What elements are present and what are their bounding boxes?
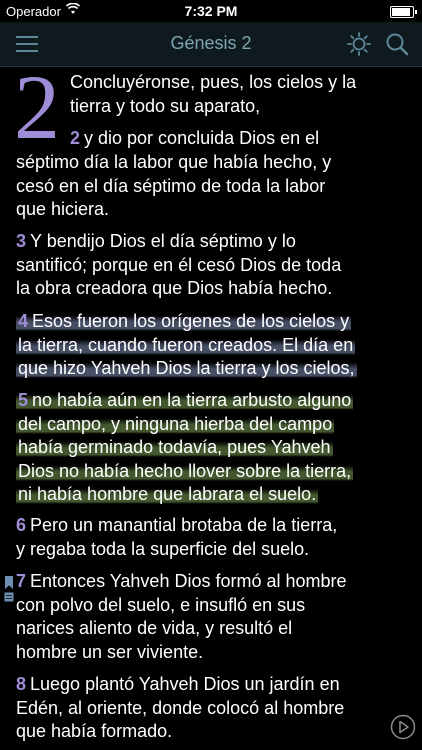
note-icon[interactable] bbox=[4, 592, 14, 602]
verse-line: Entonces Yahveh Dios formó al hombre bbox=[30, 571, 347, 591]
verse-line: ni había hombre que labrara el suelo. bbox=[18, 484, 317, 505]
verse-line: cesó en el día séptimo de toda la labor bbox=[16, 175, 326, 196]
verse-line: séptimo día la labor que había hecho, y bbox=[16, 152, 332, 172]
verse-line: Pero un manantial brotaba de la tierra, bbox=[30, 515, 338, 535]
verse-1[interactable]: Concluyéronse, pues, los cielos y la tie… bbox=[70, 71, 410, 118]
verse-7[interactable]: 7 Entonces Yahveh Dios formó al hombre co… bbox=[16, 570, 408, 664]
verse-line: que hiciera. bbox=[16, 199, 110, 220]
verse-number: 7 bbox=[16, 571, 27, 591]
verse-line: y regaba toda la superficie del suelo. bbox=[16, 538, 310, 559]
highlight-blue: la tierra, cuando fueron creados. El día… bbox=[16, 334, 356, 355]
verse-line: la obra creadora que Dios había hecho. bbox=[16, 278, 333, 299]
highlight-blue: 4 Esos fueron los orígenes de los cielos … bbox=[16, 311, 352, 331]
play-audio-icon[interactable] bbox=[390, 714, 416, 740]
highlight-green: del campo, y ninguna hierba del campo bbox=[16, 413, 335, 434]
verse-line: Edén, al oriente, donde colocó al hombre bbox=[16, 697, 345, 718]
verse-4-highlighted[interactable]: 4 Esos fueron los orígenes de los cielos … bbox=[16, 310, 408, 381]
verse-line: Esos fueron los orígenes de los cielos y bbox=[32, 311, 350, 331]
verse-line: Dios no había hecho llover sobre la tier… bbox=[18, 460, 352, 481]
verse-line: santificó; porque en él cesó Dios de tod… bbox=[16, 254, 342, 275]
status-bar: Operador 7:32 PM bbox=[0, 0, 422, 22]
verse-line: del campo, y ninguna hierba del campo bbox=[18, 413, 333, 434]
verse-2[interactable]: 2y dio por concluida Dios en el bbox=[70, 127, 410, 151]
highlight-green: ni había hombre que labrara el suelo. bbox=[16, 484, 319, 505]
highlight-blue: que hizo Yahveh Dios la tierra y los cie… bbox=[16, 358, 357, 379]
search-icon[interactable] bbox=[384, 31, 410, 57]
verse-number: 8 bbox=[16, 674, 27, 694]
verse-3[interactable]: 3Y bendijo Dios el día séptimo y lo sant… bbox=[16, 230, 408, 301]
verse-line: la tierra, cuando fueron creados. El día… bbox=[18, 334, 354, 355]
verse-5-highlighted[interactable]: 5 no había aún en la tierra arbusto algun… bbox=[16, 389, 408, 507]
verse-line: y dio por concluida Dios en el bbox=[84, 128, 320, 148]
verse-number: 3 bbox=[16, 231, 27, 251]
verse-number: 2 bbox=[70, 128, 81, 148]
verse-line: tierra y todo su aparato, bbox=[70, 95, 261, 116]
verse-line: que había formado. bbox=[16, 721, 173, 742]
verse-line: narices aliento de vida, y resultó el bbox=[16, 618, 293, 639]
verse-8[interactable]: 8 Luego plantó Yahveh Dios un jardín en E… bbox=[16, 673, 408, 744]
verse-6[interactable]: 6 Pero un manantial brotaba de la tierra,… bbox=[16, 514, 408, 561]
verse-line: no había aún en la tierra arbusto alguno bbox=[32, 390, 352, 410]
status-time: 7:32 PM bbox=[184, 3, 238, 19]
battery-icon bbox=[390, 6, 417, 18]
verse-line: había germinado todavía, pues Yahveh bbox=[18, 437, 331, 458]
verse-number: 6 bbox=[16, 515, 27, 535]
verse-line: que hizo Yahveh Dios la tierra y los cie… bbox=[18, 358, 355, 379]
brightness-sun-icon[interactable] bbox=[346, 31, 372, 57]
verse-number: 5 bbox=[18, 390, 29, 410]
verse-line: Y bendijo Dios el día séptimo y lo bbox=[30, 231, 296, 251]
chapter-dropcap: 2 bbox=[14, 67, 60, 158]
navigation-bar: Génesis 2 bbox=[0, 22, 422, 67]
verse-line: hombre un ser viviente. bbox=[16, 641, 204, 662]
verse-number: 4 bbox=[18, 311, 29, 331]
bookmark-icon[interactable] bbox=[4, 576, 14, 590]
highlight-green: había germinado todavía, pues Yahveh bbox=[16, 437, 333, 458]
verse-line: con polvo del suelo, e insufló en sus bbox=[16, 594, 306, 615]
chapter-content[interactable]: 2 Concluyéronse, pues, los cielos y la t… bbox=[0, 67, 422, 750]
verse-line: Concluyéronse, pues, los cielos y la bbox=[70, 72, 357, 92]
verse-2-continued[interactable]: séptimo día la labor que había hecho, y … bbox=[16, 151, 408, 222]
highlight-green: Dios no había hecho llover sobre la tier… bbox=[16, 460, 354, 481]
highlight-green: 5 no había aún en la tierra arbusto algun… bbox=[16, 390, 354, 410]
verse-line: Luego plantó Yahveh Dios un jardín en bbox=[30, 674, 340, 694]
